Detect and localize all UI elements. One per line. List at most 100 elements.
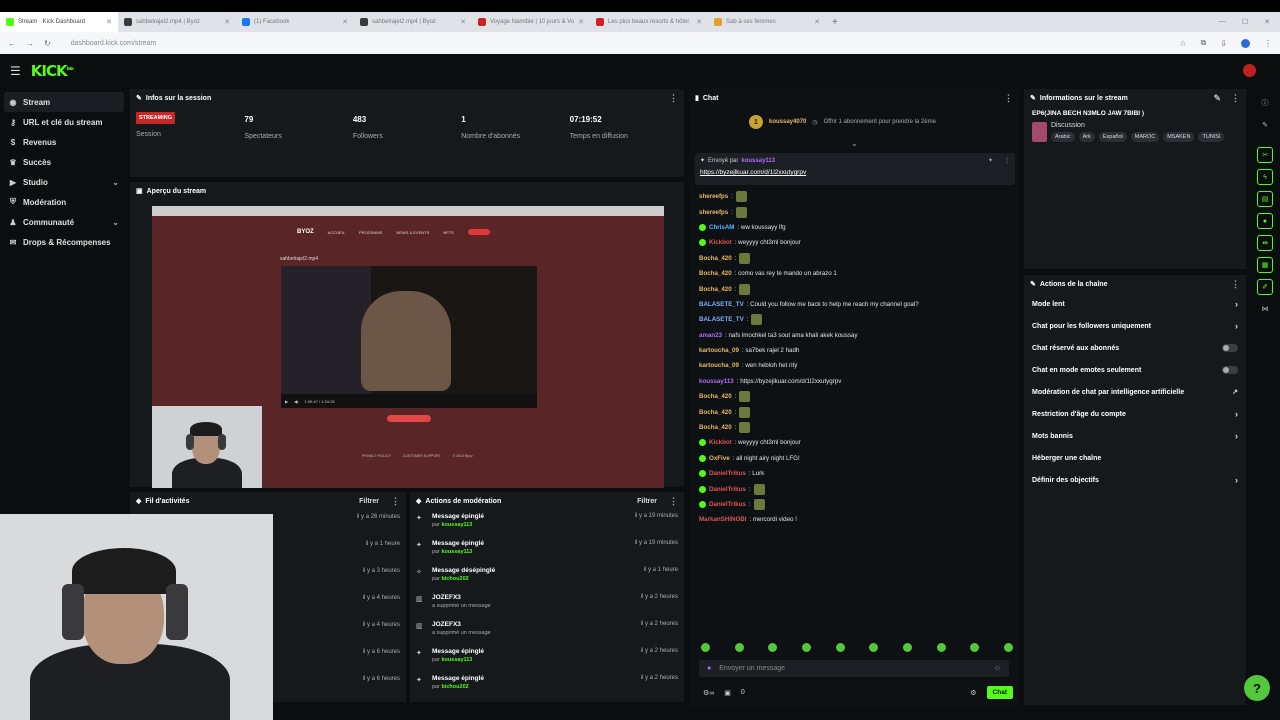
channel-action-mots-bannis[interactable]: Mots bannis › bbox=[1024, 425, 1246, 447]
close-tab-icon[interactable]: ✕ bbox=[814, 18, 820, 26]
moderation-row[interactable]: ▥ JOZEFX3 a supprimé un message il y a 2… bbox=[410, 618, 684, 645]
info-circle-icon[interactable]: ⓘ bbox=[1257, 95, 1273, 111]
more-icon[interactable]: ⋮ bbox=[391, 496, 400, 507]
toggle-switch[interactable] bbox=[1222, 344, 1238, 352]
pinned-link[interactable]: https://byzejlkuar.com/d/1l2xxutygrpv bbox=[700, 169, 1010, 176]
sidebar-item-drops-r-compenses[interactable]: ✉ Drops & Récompenses bbox=[4, 232, 124, 252]
emote-icon[interactable] bbox=[970, 643, 980, 652]
chat-username[interactable]: shereefps bbox=[699, 193, 728, 200]
browser-tab[interactable]: Les plus beaux resorts & hôtel ✕ bbox=[590, 12, 708, 32]
minimize-icon[interactable]: — bbox=[1219, 18, 1226, 26]
more-icon[interactable]: ⋮ bbox=[1231, 279, 1240, 290]
new-tab-icon[interactable]: + bbox=[826, 17, 844, 28]
pen-icon[interactable]: ✎ bbox=[1257, 117, 1273, 133]
gear-icon[interactable]: ⚙ bbox=[970, 689, 976, 697]
close-tab-icon[interactable]: ✕ bbox=[224, 18, 230, 26]
close-tab-icon[interactable]: ✕ bbox=[696, 18, 702, 26]
clip-icon[interactable]: ✂ bbox=[1257, 147, 1273, 163]
chat-username[interactable]: Bocha_420 bbox=[699, 255, 732, 262]
extensions-icon[interactable]: ⧉ bbox=[1201, 38, 1207, 48]
activity-filter-button[interactable]: Filtrer bbox=[359, 498, 379, 505]
moderation-filter-button[interactable]: Filtrer bbox=[637, 498, 657, 505]
unpin-icon[interactable]: ✦ bbox=[988, 157, 993, 164]
chat-username[interactable]: Bocha_420 bbox=[699, 424, 732, 431]
calendar-icon[interactable]: ▦ bbox=[1257, 257, 1273, 273]
emote-icon[interactable] bbox=[734, 643, 744, 652]
moderation-row[interactable]: ✦ Message épinglé par bichou202 il y a 2… bbox=[410, 672, 684, 699]
help-button[interactable]: ? bbox=[1244, 675, 1270, 701]
browser-tab[interactable]: Stream · Kick Dashboard ✕ bbox=[0, 12, 118, 32]
channel-action-d-finir-des-objectifs[interactable]: Définir des objectifs › bbox=[1024, 469, 1246, 491]
chat-username[interactable]: kartoucha_09 bbox=[699, 347, 739, 354]
chat-username[interactable]: Bocha_420 bbox=[699, 409, 732, 416]
url-field[interactable]: dashboard.kick.com/stream bbox=[71, 40, 157, 47]
send-chat-button[interactable]: Chat bbox=[986, 686, 1013, 699]
more-icon[interactable]: ⋮ bbox=[1004, 93, 1013, 104]
chat-input[interactable]: ● Envoyer un message ☺ bbox=[699, 660, 1009, 677]
emote-icon[interactable] bbox=[835, 643, 845, 652]
more-icon[interactable]: ⋮ bbox=[669, 93, 678, 104]
kick-logo[interactable]: KICKbeta bbox=[31, 62, 74, 80]
sidebar-item-studio[interactable]: ▶ Studio ⌄ bbox=[4, 172, 124, 192]
emote-icon[interactable] bbox=[701, 643, 710, 652]
maximize-icon[interactable]: ☐ bbox=[1242, 18, 1248, 26]
menu-icon[interactable]: ☰ bbox=[10, 64, 21, 78]
back-icon[interactable]: ← bbox=[8, 39, 16, 48]
chat-username[interactable]: Kickbot bbox=[709, 239, 732, 246]
browser-menu-icon[interactable]: ⋮ bbox=[1264, 39, 1272, 48]
channel-action-mod-ration-de-chat-par-intelli[interactable]: Modération de chat par intelligence arti… bbox=[1024, 381, 1246, 403]
emoji-icon[interactable]: ☺ bbox=[994, 665, 1001, 672]
close-tab-icon[interactable]: ✕ bbox=[342, 18, 348, 26]
share-icon[interactable]: ⋈ bbox=[1257, 301, 1273, 317]
moderation-row[interactable]: ▥ JOZEFX3 a supprimé un message il y a 2… bbox=[410, 591, 684, 618]
browser-tab[interactable]: sahbelrajel2.mp4 | Byoz ✕ bbox=[354, 12, 472, 32]
close-window-icon[interactable]: ✕ bbox=[1264, 18, 1270, 26]
chat-username[interactable]: MarkanSHINOBI bbox=[699, 516, 746, 523]
chat-username[interactable]: DanielTrikus bbox=[709, 501, 746, 508]
sidebar-item-url-et-cl-du-stream[interactable]: ⚷ URL et clé du stream bbox=[4, 112, 124, 132]
chevron-down-icon[interactable]: ⌄ bbox=[851, 139, 858, 148]
reload-icon[interactable]: ↻ bbox=[44, 39, 51, 48]
moderation-row[interactable]: ✧ Message désépinglé par bichou202 il y … bbox=[410, 564, 684, 591]
bookmark-icon[interactable]: ☆ bbox=[1179, 39, 1186, 48]
chat-username[interactable]: BALASETE_TV bbox=[699, 316, 744, 323]
bolt-icon[interactable]: ϟ bbox=[1257, 169, 1273, 185]
emote-icon[interactable] bbox=[936, 643, 946, 652]
more-icon[interactable]: ⋮ bbox=[1004, 157, 1010, 164]
browser-tab[interactable]: (1) Facebook ✕ bbox=[236, 12, 354, 32]
chat-username[interactable]: OxFive bbox=[709, 455, 730, 462]
chat-username[interactable]: DanielTrikus bbox=[709, 486, 746, 493]
sidebar-item-stream[interactable]: ◉ Stream bbox=[4, 92, 124, 112]
chat-username[interactable]: kartoucha_09 bbox=[699, 362, 739, 369]
toggle-switch[interactable] bbox=[1222, 366, 1238, 374]
sidebar-item-communaut-[interactable]: ♟ Communauté ⌄ bbox=[4, 212, 124, 232]
moderation-row[interactable]: ✦ Message épinglé par koussay113 il y a … bbox=[410, 645, 684, 672]
sidebar-item-revenus[interactable]: $ Revenus bbox=[4, 132, 124, 152]
chat-username[interactable]: ChrisAM bbox=[709, 224, 734, 231]
settings-wheel-icon[interactable]: ⚙∞ bbox=[703, 689, 714, 697]
profile-avatar[interactable] bbox=[1241, 38, 1250, 48]
emote-icon[interactable] bbox=[768, 643, 778, 652]
moderation-row[interactable]: ✦ Message épinglé par koussay113 il y a … bbox=[410, 510, 684, 537]
close-tab-icon[interactable]: ✕ bbox=[578, 18, 584, 26]
channel-action-h-berger-une-cha-ne[interactable]: Héberger une chaîne bbox=[1024, 447, 1246, 469]
sidebar-item-mod-ration[interactable]: ⛨ Modération bbox=[4, 192, 124, 212]
chat-username[interactable]: Bocha_420 bbox=[699, 286, 732, 293]
chat-username[interactable]: Bocha_420 bbox=[699, 393, 732, 400]
pinned-user[interactable]: koussay113 bbox=[741, 158, 775, 164]
user-avatar[interactable] bbox=[1243, 64, 1256, 77]
browser-tab[interactable]: sahbelrajel2.mp4 | Byoz ✕ bbox=[118, 12, 236, 32]
chat-username[interactable]: aman23 bbox=[699, 332, 722, 339]
bag-icon[interactable]: ▣ bbox=[724, 689, 731, 697]
chat-bubble-icon[interactable]: ● bbox=[1257, 213, 1273, 229]
browser-tab[interactable]: Voyage Namibie | 10 jours & Vo ✕ bbox=[472, 12, 590, 32]
forward-icon[interactable]: → bbox=[26, 39, 34, 48]
chat-username[interactable]: DanielTrikus bbox=[709, 470, 746, 477]
chat-username[interactable]: BALASETE_TV bbox=[699, 301, 744, 308]
wrench-icon[interactable]: ✐ bbox=[1257, 279, 1273, 295]
chat-username[interactable]: koussay113 bbox=[699, 378, 734, 385]
chat-username[interactable]: Bocha_420 bbox=[699, 270, 732, 277]
sidebar-item-succ-s[interactable]: ♛ Succès bbox=[4, 152, 124, 172]
more-icon[interactable]: ⋮ bbox=[669, 496, 678, 507]
book-icon[interactable]: ▤ bbox=[1257, 191, 1273, 207]
